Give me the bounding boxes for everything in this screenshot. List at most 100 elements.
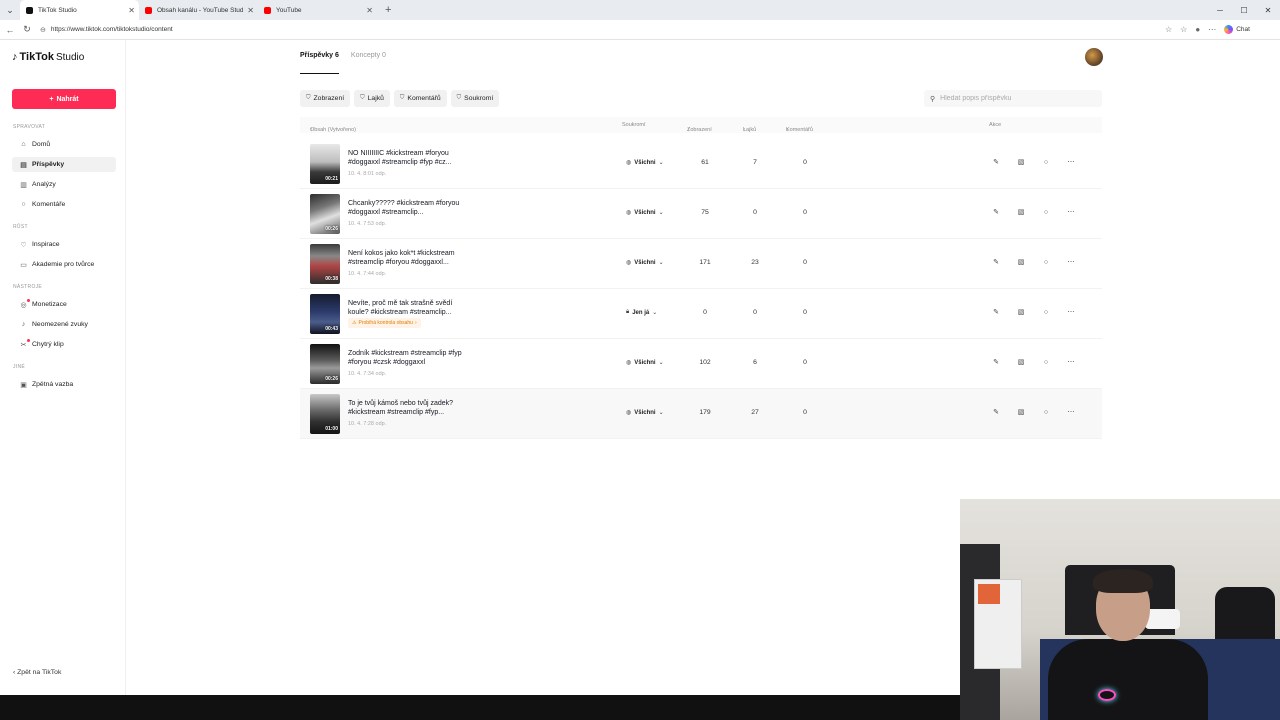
upload-label: Nahrát [56,95,79,103]
post-title[interactable]: Nevíte, proč mě tak strašně svědí koule?… [348,299,468,317]
filter-label: Lajků [367,95,384,102]
post-title[interactable]: Není kokos jako kok*t #kickstream #strea… [348,249,468,267]
filter-comments[interactable]: ⛉ Komentářů [393,90,447,107]
filter-likes[interactable]: ⛉ Lajků [354,90,390,107]
browser-tab-bar: ⌄ TikTok Studio ✕ Obsah kanálu - YouTube… [0,0,1280,20]
video-thumbnail[interactable]: 01:00 [310,394,340,434]
comment-icon[interactable]: ○ [1041,257,1051,267]
browser-tab-tiktok-studio[interactable]: TikTok Studio ✕ [20,0,139,20]
table-row[interactable]: 00:38 Není kokos jako kok*t #kickstream … [300,239,1102,289]
reload-icon[interactable]: ↻ [20,24,34,35]
filter-privacy[interactable]: ⛉ Soukromí [450,90,500,107]
edit-icon[interactable]: ✎ [991,407,1001,417]
close-tab-icon[interactable]: ✕ [128,6,135,15]
tab-title: TikTok Studio [38,6,77,14]
close-tab-icon[interactable]: ✕ [366,6,373,15]
back-to-tiktok-link[interactable]: ‹ Zpět na TikTok [13,669,61,676]
more-icon[interactable]: ⋯ [1066,307,1076,317]
tab-actions-icon[interactable]: ⌄ [0,0,20,20]
comments-count: 0 [803,309,807,316]
favorite-star-icon[interactable]: ☆ [1165,25,1172,34]
views-count: 75 [701,209,709,216]
video-thumbnail[interactable]: 00:26 [310,194,340,234]
content-review-badge[interactable]: ⚠ Probíhá kontrola obsahu › [348,318,421,328]
privacy-select[interactable]: ◍ Všichni ⌄ [626,259,664,267]
table-row[interactable]: 00:21 NO NIIIIIIIC #kickstream #foryou #… [300,139,1102,189]
browser-tab-youtube-studio[interactable]: Obsah kanálu - YouTube Studio ✕ [139,0,258,20]
post-title[interactable]: NO NIIIIIIIC #kickstream #foryou #doggax… [348,149,468,167]
minimize-icon[interactable]: ─ [1208,0,1232,20]
collections-icon[interactable]: ☆ [1180,25,1187,34]
more-icon[interactable]: ⋯ [1066,207,1076,217]
sidebar-item-label: Inspirace [32,241,60,248]
analytics-icon[interactable]: ▧ [1016,157,1026,167]
edit-icon[interactable]: ✎ [991,307,1001,317]
more-icon[interactable]: ⋯ [1066,157,1076,167]
sidebar-item-comments[interactable]: ○ Komentáře [12,197,116,212]
table-row[interactable]: 00:26 Zodník #kickstream #streamclip #fy… [300,339,1102,389]
video-thumbnail[interactable]: 00:38 [310,244,340,284]
close-window-icon[interactable]: ✕ [1256,0,1280,20]
privacy-select[interactable]: 🔒︎ Jen já ⌄ [626,309,657,316]
privacy-select[interactable]: ◍ Všichni ⌄ [626,209,664,217]
upload-button[interactable]: + Nahrát [12,89,116,109]
chat-button[interactable]: Chat [1224,25,1250,34]
tab-drafts[interactable]: Koncepty 0 [351,52,386,74]
privacy-select[interactable]: ◍ Všichni ⌄ [626,359,664,367]
sidebar-item-academy[interactable]: ▭ Akademie pro tvůrce [12,257,116,272]
sidebar-item-feedback[interactable]: ▣ Zpětná vazba [12,377,116,392]
chevron-down-icon: ⌄ [652,310,658,316]
sidebar-item-home[interactable]: ⌂ Domů [12,137,116,152]
more-icon[interactable]: ⋯ [1066,257,1076,267]
tiktok-studio-logo[interactable]: ♪ TikTok Studio [12,51,84,63]
more-icon[interactable]: ⋯ [1066,407,1076,417]
post-title[interactable]: Zodník #kickstream #streamclip #fyp #for… [348,349,468,367]
back-icon[interactable]: ← [3,25,17,35]
tab-posts[interactable]: Příspěvky 6 [300,52,339,74]
analytics-icon[interactable]: ▧ [1016,407,1026,417]
filter-views[interactable]: ⛉ Zobrazení [300,90,351,107]
more-icon[interactable]: ⋯ [1066,357,1076,367]
post-title[interactable]: Chcanky????? #kickstream #foryou #doggax… [348,199,468,217]
edit-icon[interactable]: ✎ [991,157,1001,167]
table-row[interactable]: 01:00 To je tvůj kámoš nebo tvůj zadek? … [300,389,1102,439]
url-field[interactable]: ⊖ https://www.tiktok.com/tiktokstudio/co… [40,23,1155,37]
profile-icon[interactable]: ● [1195,25,1200,34]
video-thumbnail[interactable]: 00:26 [310,344,340,384]
comment-icon[interactable]: ○ [1041,207,1051,217]
close-tab-icon[interactable]: ✕ [247,6,254,15]
more-icon[interactable]: ⋯ [1208,25,1216,34]
new-tab-icon[interactable]: + [385,4,391,16]
maximize-icon[interactable]: ☐ [1232,0,1256,20]
video-thumbnail[interactable]: 00:43 [310,294,340,334]
analytics-icon[interactable]: ▧ [1016,257,1026,267]
site-info-icon[interactable]: ⊖ [40,26,46,34]
sidebar-item-smart-clip[interactable]: ✂ Chytrý klip [12,337,116,352]
table-row[interactable]: 00:26 Chcanky????? #kickstream #foryou #… [300,189,1102,239]
sidebar-item-inspiration[interactable]: ♡ Inspirace [12,237,116,252]
edit-icon[interactable]: ✎ [991,357,1001,367]
avatar[interactable] [1085,48,1103,66]
analytics-icon[interactable]: ▧ [1016,307,1026,317]
privacy-select[interactable]: ◍ Všichni ⌄ [626,409,664,417]
privacy-select[interactable]: ◍ Všichni ⌄ [626,159,664,167]
analytics-icon[interactable]: ▧ [1016,207,1026,217]
privacy-label: Všichni [634,409,656,416]
plus-icon: + [49,95,54,103]
edit-icon[interactable]: ✎ [991,257,1001,267]
sidebar-item-posts[interactable]: ▤ Příspěvky [12,157,116,172]
comment-icon[interactable]: ○ [1041,307,1051,317]
sidebar-item-analytics[interactable]: ▥ Analýzy [12,177,116,192]
comment-icon[interactable]: ○ [1041,357,1051,367]
search-input[interactable] [940,95,1091,102]
table-row[interactable]: 00:43 Nevíte, proč mě tak strašně svědí … [300,289,1102,339]
video-thumbnail[interactable]: 00:21 [310,144,340,184]
edit-icon[interactable]: ✎ [991,207,1001,217]
sidebar-item-monetization[interactable]: ◎ Monetizace [12,297,116,312]
comment-icon[interactable]: ○ [1041,157,1051,167]
post-title[interactable]: To je tvůj kámoš nebo tvůj zadek? #kicks… [348,399,468,417]
analytics-icon[interactable]: ▧ [1016,357,1026,367]
sidebar-item-sounds[interactable]: ♪ Neomezené zvuky [12,317,116,332]
comment-icon[interactable]: ○ [1041,407,1051,417]
browser-tab-youtube[interactable]: YouTube ✕ [258,0,377,20]
